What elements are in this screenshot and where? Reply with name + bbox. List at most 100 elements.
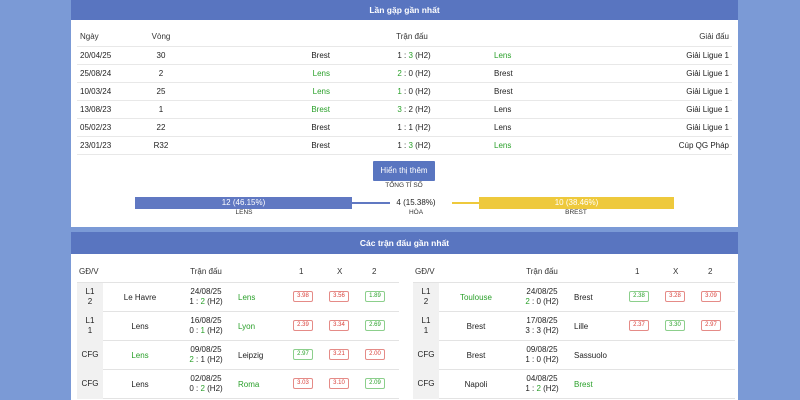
competition-round: 1 [87,326,93,335]
competition-cell: L1 2 [413,283,439,312]
away-team[interactable]: Brest [494,65,513,83]
odds-draw[interactable]: 3.28 [665,291,685,302]
match-info: 09/08/25 2 : 1 (H2) [177,345,235,365]
recent-match-row[interactable]: L1 2 Le Havre 24/08/25 1 : 2 (H2) Lens 3.98 3.5… [77,283,399,312]
home-team[interactable]: Lens [107,351,173,360]
odds-home-win[interactable]: 3.03 [293,378,313,389]
recent-match-row[interactable]: CFG Lens 02/08/25 0 : 2 (H2) Roma 3.03 3.10 2.0… [77,370,399,399]
header-odds-1: 1 [635,267,640,276]
odds-home-win[interactable]: 2.39 [293,320,313,331]
match-round: 25 [156,87,166,96]
away-team[interactable]: Lyon [235,322,287,331]
score-note: (H2) [415,141,431,150]
match-date: 24/08/25 [190,287,222,296]
away-team[interactable]: Brest [494,83,513,101]
recent-match-row[interactable]: L1 2 Toulouse 24/08/25 2 : 0 (H2) Brest 2.38 3.… [413,283,735,312]
away-team[interactable]: Lille [571,322,623,331]
show-more-button[interactable]: Hiển thị thêm [373,161,435,181]
odds-away-win[interactable]: 2.00 [365,349,385,360]
h2h-match-row[interactable]: 20/04/25 30 Brest 1 : 3 (H2) Lens Giải Ligue … [77,47,732,65]
match-info: 24/08/25 1 : 2 (H2) [177,287,235,307]
match-date: 02/08/25 [190,374,222,383]
odds-home-win[interactable]: 3.98 [293,291,313,302]
odds-draw[interactable]: 3.21 [329,349,349,360]
match-date: 16/08/25 [190,316,222,325]
home-team[interactable]: Brest [311,119,330,137]
match-score: 1 : 0 (H2) [525,355,559,364]
odds-away-win[interactable]: 2.09 [365,378,385,389]
recent-match-row[interactable]: L1 1 Brest 17/08/25 3 : 3 (H2) Lille 2.37 3.30 2… [413,312,735,341]
recent-header-row: GĐ/V Trận đấu 1 X 2 [77,261,399,283]
header-match: Trận đấu [396,32,428,41]
away-team[interactable]: Lens [494,101,511,119]
match-date: 13/08/23 [80,105,112,114]
score-note: (H2) [415,105,431,114]
match-score: 0 : 2 (H2) [189,384,223,393]
h2h-match-row[interactable]: 05/02/23 22 Brest 1 : 1 (H2) Lens Giải Ligue … [77,119,732,137]
odds-away-win[interactable]: 1.89 [365,291,385,302]
h2h-match-row[interactable]: 13/08/23 1 Brest 3 : 2 (H2) Lens Giải Ligue 1 [77,101,732,119]
away-team[interactable]: Sassuolo [571,351,623,360]
match-date: 04/08/25 [526,374,558,383]
odds-away-win[interactable]: 2.69 [365,320,385,331]
away-team[interactable]: Brest [571,380,623,389]
home-team[interactable]: Le Havre [107,293,173,302]
odds-draw[interactable]: 3.10 [329,378,349,389]
h2h-title: Lần gặp gần nhất [71,0,738,20]
home-team[interactable]: Brest [311,101,330,119]
competition-code: CFG [417,379,435,388]
away-team[interactable]: Leipzig [235,351,287,360]
match-date: 25/08/24 [80,69,112,78]
h2h-match-row[interactable]: 23/01/23 R32 Brest 1 : 3 (H2) Lens Cúp QG Phá… [77,137,732,155]
match-date: 05/02/23 [80,123,112,132]
league-name: Cúp QG Pháp [678,141,729,150]
h2h-table: Ngày Vòng Trận đấu Giải đấu 20/04/25 30 Br… [77,28,732,155]
recent-match-row[interactable]: CFG Brest 09/08/25 1 : 0 (H2) Sassuolo [413,341,735,370]
odds-home-win[interactable]: 2.38 [629,291,649,302]
odds-draw[interactable]: 3.56 [329,291,349,302]
odds-home-win[interactable]: 2.97 [293,349,313,360]
score-note: (H2) [543,297,559,306]
home-team[interactable]: Lens [313,65,330,83]
home-team[interactable]: Lens [107,380,173,389]
competition-round: 1 [423,326,429,335]
recent-match-row[interactable]: CFG Napoli 04/08/25 1 : 2 (H2) Brest [413,370,735,399]
away-team[interactable]: Brest [571,293,623,302]
away-team[interactable]: Lens [494,119,511,137]
brest-bar-line [452,202,479,204]
score-note: (H2) [207,297,223,306]
home-team[interactable]: Lens [313,83,330,101]
draw-value: 4 (15.38%) [396,198,436,207]
h2h-match-row[interactable]: 25/08/24 2 Lens 2 : 0 (H2) Brest Giải Ligue 1 [77,65,732,83]
home-team[interactable]: Brest [311,47,330,65]
recent-match-row[interactable]: L1 1 Lens 16/08/25 0 : 1 (H2) Lyon 2.39 3.34 2.6… [77,312,399,341]
h2h-match-row[interactable]: 10/03/24 25 Lens 1 : 0 (H2) Brest Giải Ligue … [77,83,732,101]
home-team[interactable]: Napoli [443,380,509,389]
odds-draw[interactable]: 3.30 [665,320,685,331]
odds-away-win[interactable]: 3.09 [701,291,721,302]
odds-home-win[interactable]: 2.37 [629,320,649,331]
home-team[interactable]: Lens [107,322,173,331]
score-note: (H2) [207,355,223,364]
odds-away-win[interactable]: 2.97 [701,320,721,331]
away-team[interactable]: Lens [494,47,511,65]
competition-cell: CFG [77,341,103,370]
competition-cell: L1 2 [77,283,103,312]
home-team[interactable]: Brest [443,322,509,331]
away-team[interactable]: Lens [494,137,511,155]
match-round: 22 [156,123,166,132]
header-match: Trận đấu [526,267,558,276]
header-comp: GĐ/V [79,267,99,276]
recent-match-row[interactable]: CFG Lens 09/08/25 2 : 1 (H2) Leipzig 2.97 3.21… [77,341,399,370]
header-round: Vòng [151,32,171,41]
recent-header-row: GĐ/V Trận đấu 1 X 2 [413,261,735,283]
match-date: 20/04/25 [80,51,112,60]
away-team[interactable]: Lens [235,293,287,302]
match-score: 1 : 0 (H2) [397,87,431,96]
home-team[interactable]: Brest [443,351,509,360]
home-team[interactable]: Brest [311,137,330,155]
header-match: Trận đấu [190,267,222,276]
odds-draw[interactable]: 3.34 [329,320,349,331]
away-team[interactable]: Roma [235,380,287,389]
home-team[interactable]: Toulouse [443,293,509,302]
